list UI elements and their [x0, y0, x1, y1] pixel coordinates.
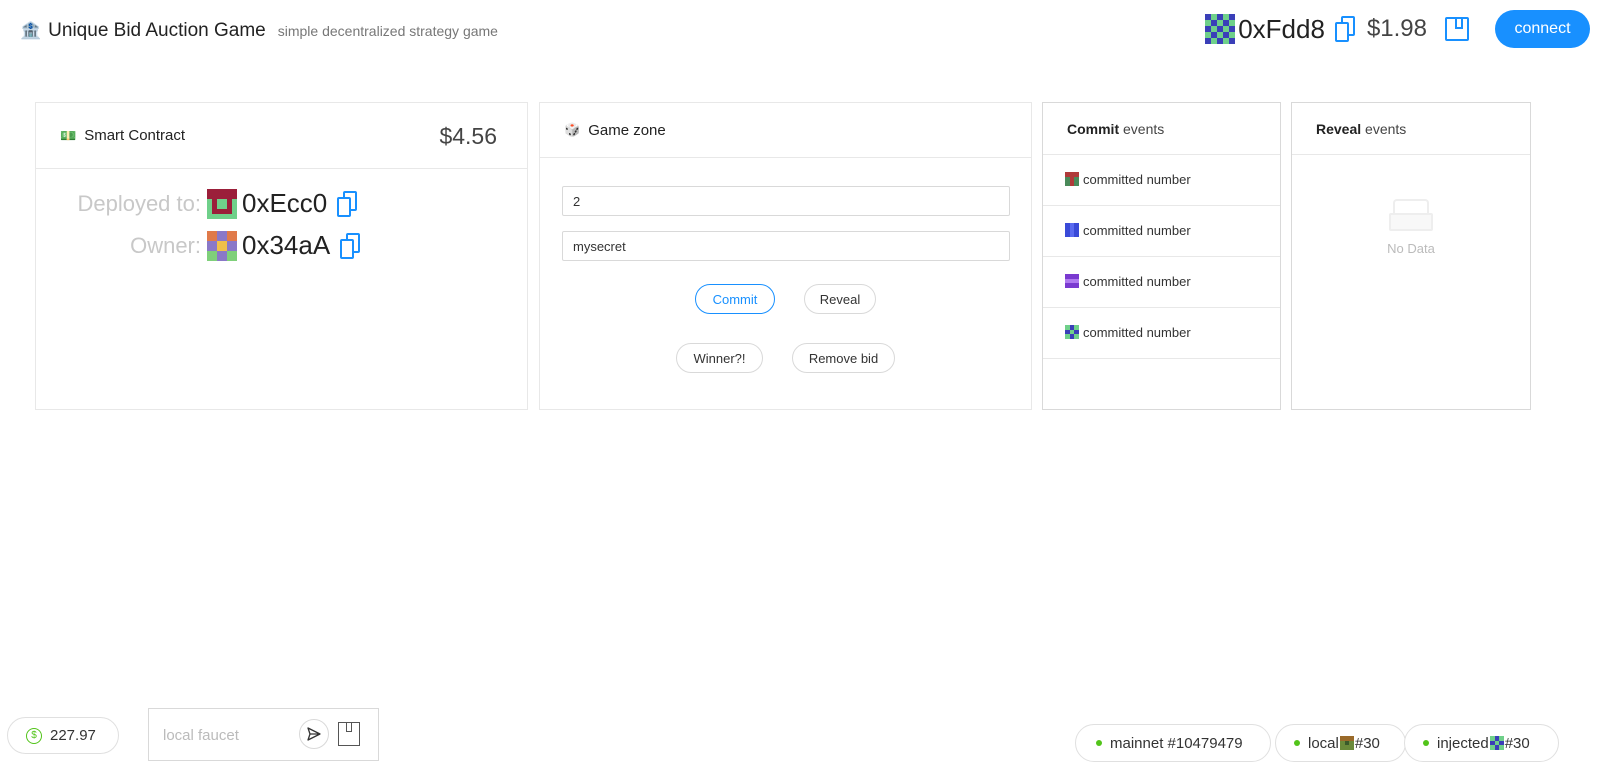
secret-input[interactable]: mysecret: [562, 231, 1010, 261]
network-local[interactable]: local #30: [1275, 724, 1406, 762]
list-item: committed number: [1043, 308, 1280, 359]
contract-address[interactable]: 0xEcc0: [242, 188, 327, 219]
network-block: #30: [1504, 734, 1530, 752]
account-avatar-icon: [1205, 14, 1236, 44]
account-bar: 0xFdd8 $1.98 connect: [1205, 10, 1590, 48]
copy-icon[interactable]: [340, 232, 361, 259]
empty-state-text: No Data: [1387, 241, 1435, 256]
app-subtitle: simple decentralized strategy game: [277, 23, 498, 39]
event-text: committed number: [1083, 325, 1191, 340]
bid-input[interactable]: 2: [562, 186, 1010, 216]
winner-button[interactable]: Winner?!: [676, 343, 763, 373]
event-text: committed number: [1083, 274, 1191, 289]
reveal-button[interactable]: Reveal: [804, 284, 876, 314]
empty-state: No Data: [1292, 199, 1530, 256]
card-title: Game zone: [588, 121, 666, 139]
event-text: committed number: [1083, 223, 1191, 238]
status-dot-icon: [1096, 740, 1102, 746]
local-avatar-icon: [1339, 736, 1354, 750]
contract-balance[interactable]: $4.56: [439, 123, 497, 150]
owner-row: Owner: 0x34aA: [76, 230, 361, 261]
event-text: committed number: [1083, 172, 1191, 187]
game-zone-card: 🎲 Game zone 2 mysecret Commit Reveal Win…: [539, 102, 1032, 410]
gas-price-badge[interactable]: $ 227.97: [7, 717, 119, 754]
connect-button[interactable]: connect: [1495, 10, 1590, 48]
commit-button[interactable]: Commit: [695, 284, 775, 314]
network-label: local: [1308, 734, 1339, 752]
remove-bid-button[interactable]: Remove bid: [792, 343, 895, 373]
commit-events-card: Commit events committed number committed…: [1042, 102, 1281, 410]
committer-avatar-icon: [1065, 172, 1079, 186]
card-title-rest: events: [1361, 120, 1407, 137]
send-button[interactable]: [299, 719, 329, 749]
network-block: #30: [1354, 734, 1380, 752]
list-item: committed number: [1043, 206, 1280, 257]
network-injected[interactable]: injected #30: [1404, 724, 1559, 762]
owner-label: Owner:: [130, 232, 201, 258]
faucet-panel: local faucet: [148, 708, 379, 761]
card-title: Smart Contract: [84, 127, 186, 144]
copy-icon[interactable]: [1334, 16, 1355, 42]
card-header: 💵 Smart Contract $4.56: [36, 103, 527, 169]
status-dot-icon: [1294, 740, 1300, 746]
bank-icon: 🏦: [20, 21, 42, 40]
card-header: Reveal events: [1292, 103, 1530, 155]
smart-contract-card: 💵 Smart Contract $4.56 Deployed to: 0xEc…: [35, 102, 528, 410]
empty-inbox-icon: [1387, 199, 1435, 233]
dice-icon: 🎲: [564, 122, 581, 137]
send-icon: [307, 727, 321, 741]
committer-avatar-icon: [1065, 223, 1079, 237]
money-icon: 💵: [60, 127, 77, 143]
injected-avatar-icon: [1489, 736, 1504, 750]
contract-avatar-icon: [207, 188, 237, 219]
list-item: committed number: [1043, 257, 1280, 308]
app-header: 🏦 Unique Bid Auction Game simple decentr…: [20, 20, 498, 42]
faucet-input[interactable]: local faucet: [163, 727, 239, 744]
committer-avatar-icon: [1065, 274, 1079, 288]
gas-price-value: 227.97: [50, 727, 96, 744]
card-title-bold: Commit: [1067, 120, 1120, 137]
account-balance[interactable]: $1.98: [1367, 15, 1427, 43]
wallet-icon[interactable]: [1445, 17, 1469, 41]
card-title-rest: events: [1119, 120, 1165, 137]
card-title-bold: Reveal: [1316, 120, 1362, 137]
copy-icon[interactable]: [337, 190, 358, 217]
network-label: injected: [1437, 734, 1489, 752]
deployed-row: Deployed to: 0xEcc0: [76, 188, 358, 219]
app-title: Unique Bid Auction Game: [48, 20, 266, 41]
owner-address[interactable]: 0x34aA: [242, 230, 330, 261]
card-header: 🎲 Game zone: [540, 103, 1031, 158]
wallet-icon[interactable]: [338, 722, 360, 746]
deployed-label: Deployed to:: [77, 190, 201, 216]
network-mainnet[interactable]: mainnet #10479479: [1075, 724, 1271, 762]
network-label: mainnet #10479479: [1110, 734, 1243, 752]
card-header: Commit events: [1043, 103, 1280, 155]
reveal-events-card: Reveal events No Data: [1291, 102, 1531, 410]
status-dot-icon: [1423, 740, 1429, 746]
account-address[interactable]: 0xFdd8: [1238, 14, 1325, 45]
owner-avatar-icon: [207, 230, 237, 261]
dollar-icon: $: [26, 727, 42, 744]
committer-avatar-icon: [1065, 325, 1079, 339]
list-item: committed number: [1043, 155, 1280, 206]
